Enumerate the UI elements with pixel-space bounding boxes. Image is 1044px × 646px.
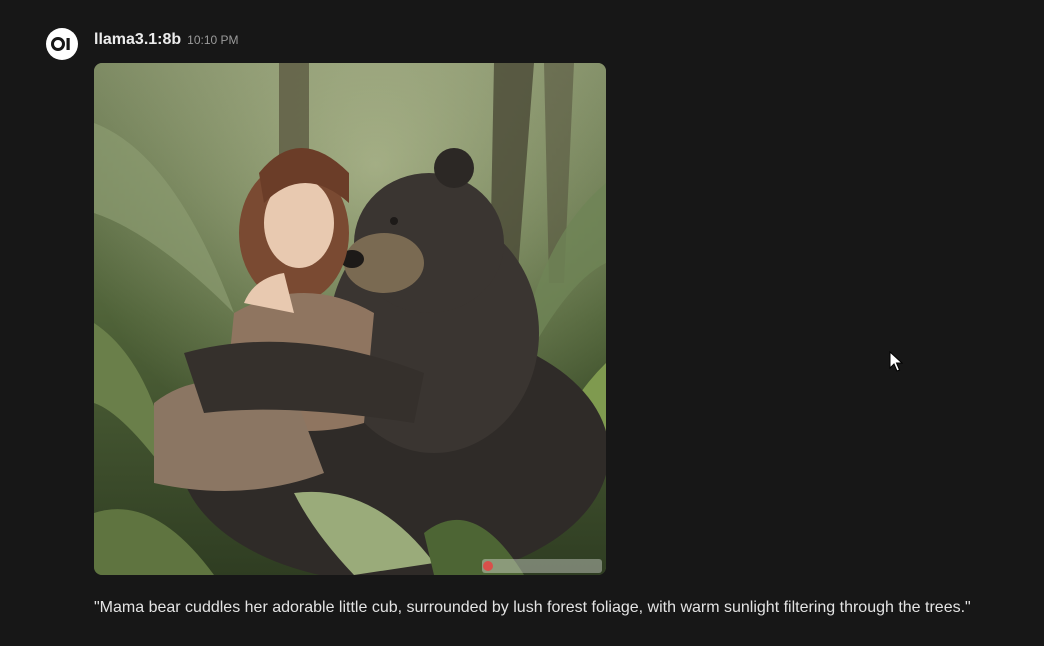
message-header: llama3.1:8b 10:10 PM [94, 31, 239, 49]
model-avatar [46, 28, 78, 60]
generated-image-illustration [94, 63, 606, 575]
chat-message: llama3.1:8b 10:10 PM "Mama bear cuddles … [0, 0, 1044, 646]
model-name: llama3.1:8b [94, 31, 182, 48]
message-text: "Mama bear cuddles her adorable little c… [94, 599, 971, 616]
generated-image[interactable] [94, 63, 606, 575]
message-timestamp: 10:10 PM [187, 33, 239, 47]
ollama-logo-icon [51, 36, 73, 52]
mouse-cursor-icon [889, 350, 904, 378]
